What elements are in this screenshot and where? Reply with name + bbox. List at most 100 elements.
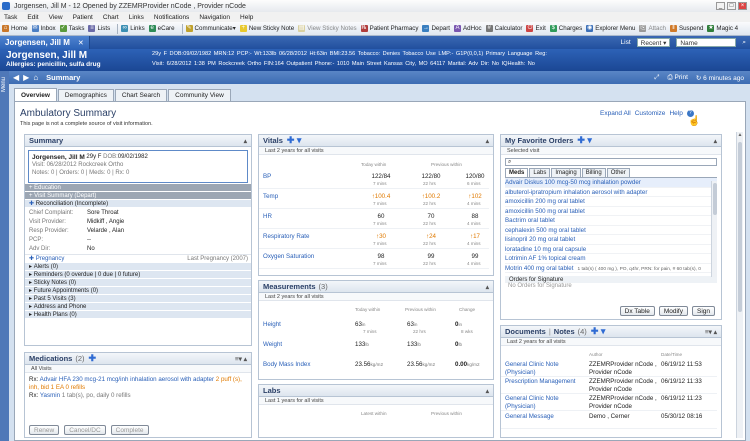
menu-patient[interactable]: Patient <box>73 14 93 21</box>
summary-row[interactable]: ▸ Health Plans (0) <box>25 310 251 318</box>
search-icon[interactable]: ⌕ <box>742 39 746 47</box>
menu-side-strip[interactable]: Menu <box>0 71 9 441</box>
modify-button[interactable]: Modify <box>658 306 688 316</box>
explorer-menu-button[interactable]: ◉ Explorer Menu <box>586 25 635 32</box>
magic-button[interactable]: ★ Magic 4 <box>707 25 738 32</box>
view-sticky-notes-button[interactable]: ▤ View Sticky Notes <box>298 25 357 32</box>
menu-view[interactable]: View <box>49 14 63 21</box>
tab-other[interactable]: Other <box>606 168 630 177</box>
collapse-icon[interactable]: ▴ <box>714 137 717 145</box>
pregnancy-section[interactable]: ✚ Pregnancy Last Pregnancy (2007) <box>25 254 251 262</box>
tasks-button[interactable]: ✓ Tasks <box>59 25 84 32</box>
order-item[interactable]: loratadine 10 mg oral capsule <box>505 245 717 254</box>
visit-summary-section[interactable]: + Visit Summary (Depart) <box>25 191 251 199</box>
menu-navigation[interactable]: Navigation <box>199 14 230 21</box>
home-button[interactable]: ⌂ Home <box>2 25 28 32</box>
measurement-row[interactable]: Weight 133lb 133lb 0lb <box>259 337 489 357</box>
links-button[interactable]: ∞ Links <box>121 25 145 32</box>
charges-button[interactable]: $ Charges <box>549 25 582 32</box>
order-item[interactable]: albuterol-ipratropium inhalation aerosol… <box>505 188 717 197</box>
sign-button[interactable]: Sign <box>691 306 715 316</box>
patient-pharmacy-button[interactable]: ℞ Patient Pharmacy <box>360 25 418 32</box>
lists-button[interactable]: ≡ Lists <box>88 25 110 32</box>
summary-row[interactable]: ▸ Address and Phone <box>25 302 251 310</box>
orders-scrollbar[interactable] <box>711 181 717 277</box>
order-item[interactable]: lisinopril 20 mg oral tablet <box>505 235 717 245</box>
vitals-row[interactable]: BP 122/84 7 mins 122/80 22 hrs 120/80 6 mins <box>259 169 489 189</box>
tab-chart-search[interactable]: Chart Search <box>114 89 168 101</box>
home-nav-icon[interactable]: ⌂ <box>33 73 38 82</box>
ecare-button[interactable]: e eCare <box>148 25 175 32</box>
page-scroll-thumb[interactable] <box>738 142 742 312</box>
complete-button[interactable]: Complete <box>110 425 149 435</box>
summary-row[interactable]: ▸ Past 5 Visits (3) <box>25 294 251 302</box>
close-patient-tab-icon[interactable]: ✕ <box>78 39 84 47</box>
tab-labs[interactable]: Labs <box>529 168 551 177</box>
adhoc-button[interactable]: A AdHoc <box>454 25 482 32</box>
expand-all-link[interactable]: Expand All <box>600 110 631 117</box>
order-item[interactable]: Advair Diskus 100 mcg-50 mcg inhalation … <box>505 178 717 188</box>
new-sticky-note-button[interactable]: + New Sticky Note <box>239 25 294 32</box>
minimize-button[interactable]: _ <box>716 2 725 10</box>
summary-row[interactable]: ▸ Reminders (0 overdue | 0 due | 0 futur… <box>25 270 251 278</box>
fullscreen-icon[interactable]: ⤢ <box>654 74 659 82</box>
order-item[interactable]: Bactrim oral tablet <box>505 216 717 226</box>
tab-overview[interactable]: Overview <box>14 88 57 101</box>
education-section[interactable]: + Education <box>25 183 251 191</box>
summary-row[interactable]: ▸ Future Appointments (0) <box>25 286 251 294</box>
communicate-button[interactable]: ✎ Communicate ▾ <box>185 25 236 32</box>
back-arrow-icon[interactable]: ◀ <box>13 73 19 82</box>
menu-chart[interactable]: Chart <box>103 14 119 21</box>
dx-table-button[interactable]: Dx Table <box>619 306 655 316</box>
notes-panel-title[interactable]: Notes <box>554 327 575 336</box>
menu-task[interactable]: Task <box>4 14 17 21</box>
tab-community-view[interactable]: Community View <box>168 89 231 101</box>
measurement-row[interactable]: Height 63in 63in 0in 7 mins 22 hrs 8 wks <box>259 317 489 337</box>
page-scrollbar[interactable]: ▲ <box>736 132 743 438</box>
vitals-row[interactable]: Respiratory Rate ↑30 7 mins ↑24 22 hrs ↑17 4 m… <box>259 229 489 249</box>
reconciliation-section[interactable]: ✚ Reconciliation (Incomplete) <box>25 199 251 207</box>
vitals-row[interactable]: Oxygen Saturation 98 7 mins 99 22 hrs 99 4 min… <box>259 249 489 269</box>
order-item[interactable]: Lotrimin AF 1% topical cream <box>505 254 717 264</box>
add-vitals-icon[interactable]: ✚ ▾ <box>287 135 302 146</box>
inbox-button[interactable]: ✉ Inbox <box>31 25 56 32</box>
documents-panel-title[interactable]: Documents <box>505 327 546 336</box>
summary-row[interactable]: ▸ Sticky Notes (0) <box>25 278 251 286</box>
order-item[interactable]: Motrin 400 mg oral tablet 1 tab(s) ( 400 … <box>505 264 717 273</box>
calculator-button[interactable]: # Calculator <box>485 25 522 32</box>
medication-item[interactable]: Rx: Advair HFA 230 mcg-21 mcg/inh inhala… <box>29 376 247 392</box>
customize-link[interactable]: Customize <box>635 110 666 117</box>
order-item[interactable]: amoxicillin 200 mg oral tablet <box>505 197 717 207</box>
cancel-dc-button[interactable]: Cancel/DC <box>64 425 106 435</box>
recent-dropdown[interactable]: Recent ▾ <box>636 38 671 47</box>
document-row[interactable]: General Clinic Note (Physician) ZZEMRProv… <box>501 360 717 377</box>
banner-allergies[interactable]: Allergies: penicillin, sulfa drug <box>6 61 101 68</box>
refresh-button[interactable]: ↻ 6 minutes ago <box>696 74 744 82</box>
help-link[interactable]: Help <box>669 110 682 117</box>
forward-arrow-icon[interactable]: ▶ <box>23 73 29 82</box>
exit-button[interactable]: ⏻ Exit <box>526 25 546 32</box>
menu-notifications[interactable]: Notifications <box>154 14 189 21</box>
close-window-button[interactable]: × <box>738 2 747 10</box>
collapse-icon[interactable]: ▴ <box>244 137 247 145</box>
tab-demographics[interactable]: Demographics <box>57 89 114 101</box>
add-medication-icon[interactable]: ✚ <box>89 353 97 364</box>
collapse-icon[interactable]: ▴ <box>486 387 489 395</box>
print-button[interactable]: ⎙ Print <box>668 74 688 82</box>
order-item[interactable]: cephalexin 500 mg oral tablet <box>505 226 717 235</box>
document-row[interactable]: General Message Demo , Cerner 05/30/12 08:… <box>501 412 717 429</box>
order-item[interactable]: amoxicillin 500 mg oral tablet <box>505 207 717 216</box>
renew-button[interactable]: Renew <box>29 425 60 435</box>
order-search-input[interactable]: ⌕ <box>505 158 717 166</box>
vitals-row[interactable]: HR 60 7 mins 70 22 hrs 88 4 mins <box>259 209 489 229</box>
scroll-up-icon[interactable]: ▲ <box>737 132 743 138</box>
tab-imaging[interactable]: Imaging <box>551 168 581 177</box>
menu-help[interactable]: Help <box>240 14 253 21</box>
panel-menu-icon[interactable]: ≡▾ ▴ <box>235 355 247 363</box>
tab-meds[interactable]: Meds <box>505 168 529 177</box>
add-order-icon[interactable]: ✚ ▾ <box>577 135 592 146</box>
attach-button[interactable]: ⎘ Attach <box>639 25 666 32</box>
menu-edit[interactable]: Edit <box>27 14 38 21</box>
summary-row[interactable]: ▸ Alerts (0) <box>25 262 251 270</box>
measurement-row[interactable]: Body Mass Index 23.56kg/m2 23.56kg/m2 0.00k… <box>259 357 489 377</box>
